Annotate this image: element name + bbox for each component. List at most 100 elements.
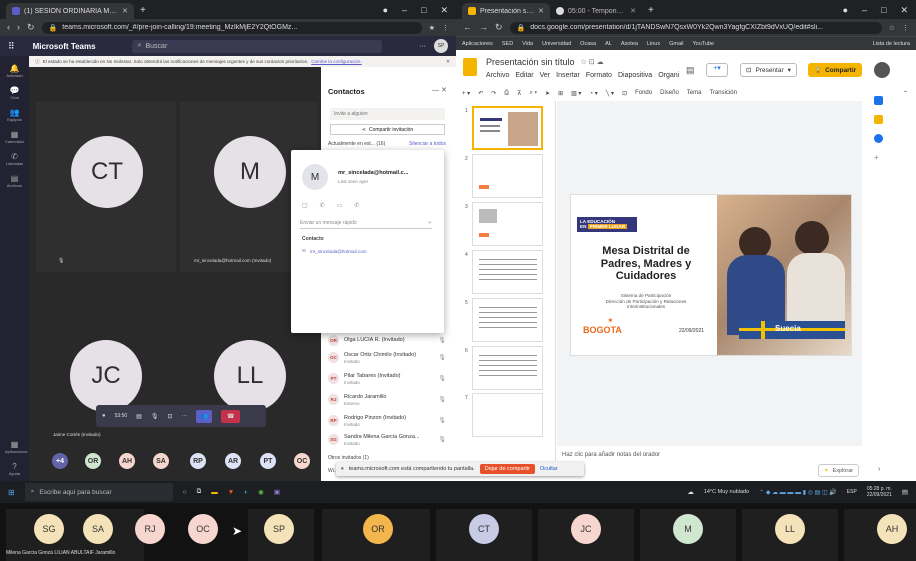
close-tab-icon[interactable]: ✕ bbox=[538, 7, 544, 15]
new-tab-icon[interactable]: + bbox=[648, 5, 654, 16]
participant-chip[interactable]: PT bbox=[260, 453, 276, 469]
strip-avatar[interactable]: LL bbox=[775, 514, 805, 544]
slides-logo-icon[interactable] bbox=[463, 58, 477, 76]
bookmark-item[interactable]: Vida bbox=[522, 41, 533, 47]
share-button[interactable]: 🔒 Compartir bbox=[808, 63, 863, 77]
tray-icons[interactable]: ⌃ ◆ ☁ ▬ ▬ ▬ ▮ ◎ ▤ ◫ 🔊 bbox=[759, 489, 837, 496]
bookmark-item[interactable]: YouTube bbox=[692, 41, 714, 47]
more-options-icon[interactable]: ··· bbox=[419, 43, 426, 50]
undo-icon[interactable]: ↶ bbox=[478, 90, 483, 97]
bookmark-item[interactable]: AL bbox=[605, 41, 612, 47]
bookmark-item[interactable]: Ocasa bbox=[580, 41, 596, 47]
maximize-icon[interactable]: □ bbox=[881, 5, 886, 16]
contact-row[interactable]: RJ Ricardo Jaramillo Externo 🎙 bbox=[328, 394, 446, 406]
send-icon[interactable]: ➢ bbox=[428, 220, 432, 226]
menu-icon[interactable]: ⋮ bbox=[442, 24, 449, 32]
forward-icon[interactable]: → bbox=[479, 23, 488, 32]
phone-icon[interactable]: ✆ bbox=[320, 202, 325, 209]
close-window-icon[interactable]: ✕ bbox=[900, 5, 908, 16]
text-box-icon[interactable]: ⊞ bbox=[558, 90, 563, 97]
taskbar-search[interactable]: ⌕ Escribe aquí para buscar bbox=[24, 483, 173, 501]
share-invite-button[interactable]: ⋖ Compartir invitación bbox=[330, 124, 445, 135]
line-icon[interactable]: ╲ ▾ bbox=[606, 90, 614, 97]
strip-avatar[interactable]: SP bbox=[264, 514, 294, 544]
participant-chip[interactable]: OR bbox=[85, 453, 101, 469]
mute-all-link[interactable]: Silenciar a todos bbox=[409, 141, 446, 147]
quick-message-input[interactable]: Enviar un mensaje rápido ➢ bbox=[300, 217, 432, 229]
profile-dot-icon[interactable]: ● bbox=[843, 5, 848, 16]
participant-chip[interactable]: AR bbox=[225, 453, 241, 469]
camera-icon[interactable]: ▤ bbox=[136, 413, 142, 420]
teams-search[interactable]: ⌕ Buscar bbox=[131, 39, 382, 53]
left-tab-teams[interactable]: (1) SESIÓN ORDINARIA MESA ✕ bbox=[6, 3, 134, 19]
chevron-right-icon[interactable]: › bbox=[878, 466, 880, 473]
cortana-icon[interactable]: ○ bbox=[183, 489, 187, 496]
toolbar-transition[interactable]: Transición bbox=[709, 90, 736, 96]
menu-item[interactable]: Ver bbox=[540, 72, 551, 79]
hide-share-bar-button[interactable]: Ocultar bbox=[540, 466, 558, 472]
account-avatar[interactable] bbox=[874, 62, 890, 78]
participants-icon[interactable]: 👥 bbox=[196, 409, 212, 423]
back-icon[interactable]: ← bbox=[463, 23, 472, 32]
reading-list-link[interactable]: Lista de lectura bbox=[873, 41, 910, 47]
close-tab-icon[interactable]: ✕ bbox=[630, 7, 636, 15]
strip-avatar[interactable]: AH bbox=[877, 514, 907, 544]
redo-icon[interactable]: ↷ bbox=[491, 90, 496, 97]
speaker-notes[interactable]: Haz clic para añadir notas del orador bbox=[562, 452, 660, 458]
close-tab-icon[interactable]: ✕ bbox=[122, 7, 128, 15]
profile-dot-icon[interactable]: ● bbox=[383, 5, 388, 16]
edge-icon[interactable]: ◐ bbox=[244, 489, 248, 496]
bookmark-item[interactable]: Aplicaciones bbox=[462, 41, 493, 47]
print-icon[interactable]: ⎙ bbox=[504, 90, 509, 97]
tasks-icon[interactable] bbox=[874, 134, 883, 143]
strip-avatar[interactable]: M bbox=[673, 514, 703, 544]
app-launcher-icon[interactable]: ⠿ bbox=[8, 41, 15, 52]
rail-item-calendar[interactable]: ▦ Calendario bbox=[5, 130, 24, 144]
call-icon[interactable]: ✆ bbox=[354, 202, 359, 209]
in-meeting-header[interactable]: Actualmente en est... (16) Silenciar a t… bbox=[328, 141, 446, 147]
video-icon[interactable]: ▭ bbox=[337, 202, 343, 209]
slide-thumbnail[interactable] bbox=[472, 346, 543, 390]
share-screen-icon[interactable]: ⊡ bbox=[167, 413, 172, 420]
windows-start-icon[interactable]: ⊞ bbox=[8, 488, 15, 497]
toolbar-background[interactable]: Fondo bbox=[635, 90, 652, 96]
image-icon[interactable]: ▨ ▾ bbox=[571, 90, 581, 97]
strip-avatar[interactable]: SG bbox=[34, 514, 64, 544]
rail-item-calls[interactable]: ✆ Llamadas bbox=[5, 152, 24, 166]
slide-thumbnail[interactable] bbox=[472, 393, 543, 437]
contact-row[interactable]: RP Rodrigo Pinzon (Invitado) Invitado 🎙 bbox=[328, 415, 446, 427]
menu-item[interactable]: Organi bbox=[658, 72, 679, 79]
slide-thumbnail[interactable] bbox=[472, 202, 543, 246]
menu-item[interactable]: Diapositiva bbox=[618, 72, 652, 79]
calendar-icon[interactable] bbox=[874, 96, 883, 105]
invite-input[interactable]: Invite a alguien bbox=[330, 108, 445, 120]
explore-button[interactable]: ✦ Explorar bbox=[818, 464, 860, 477]
contact-row[interactable]: OC Oscar Ortiz Chimilo (Invitado) Invitad… bbox=[328, 352, 446, 364]
slide-thumbnail[interactable] bbox=[472, 154, 543, 198]
reload-icon[interactable]: ↻ bbox=[27, 23, 35, 32]
contact-row[interactable]: SG Sandra Milena Garcia Gonza... Invitado… bbox=[328, 434, 446, 446]
minimize-icon[interactable]: – bbox=[862, 5, 867, 16]
slide-thumbnail[interactable] bbox=[472, 250, 543, 294]
menu-item[interactable]: Formato bbox=[586, 72, 612, 79]
menu-icon[interactable]: ⋮ bbox=[902, 24, 909, 32]
clock[interactable]: 05:28 p. m. 22/09/2021 bbox=[867, 486, 892, 498]
slide-thumbnail[interactable] bbox=[472, 106, 543, 150]
menu-item[interactable]: Insertar bbox=[556, 72, 580, 79]
toolbar-layout[interactable]: Diseño bbox=[660, 90, 679, 96]
participant-chip[interactable]: RP bbox=[190, 453, 206, 469]
strip-avatar[interactable]: OC bbox=[188, 514, 218, 544]
microphone-icon[interactable]: 🎙 bbox=[151, 413, 159, 420]
right-tab-slides[interactable]: Presentación sin título - Presen... ✕ bbox=[462, 3, 550, 19]
add-slide-icon[interactable]: +▾ bbox=[706, 63, 728, 77]
rail-item-chat[interactable]: 💬 Chat bbox=[5, 86, 24, 100]
close-window-icon[interactable]: ✕ bbox=[440, 5, 448, 16]
new-tab-icon[interactable]: + bbox=[140, 5, 146, 16]
rail-item-help[interactable]: ? Ayuda bbox=[5, 462, 24, 476]
teams-taskbar-icon[interactable]: ▣ bbox=[274, 488, 280, 496]
menu-item[interactable]: Editar bbox=[515, 72, 533, 79]
collapse-icon[interactable]: ⌃ bbox=[903, 90, 908, 97]
extension-icon[interactable]: ★ bbox=[429, 24, 435, 32]
task-view-icon[interactable]: ⧉ bbox=[197, 488, 202, 496]
close-panel-icon[interactable]: — ✕ bbox=[432, 86, 447, 94]
